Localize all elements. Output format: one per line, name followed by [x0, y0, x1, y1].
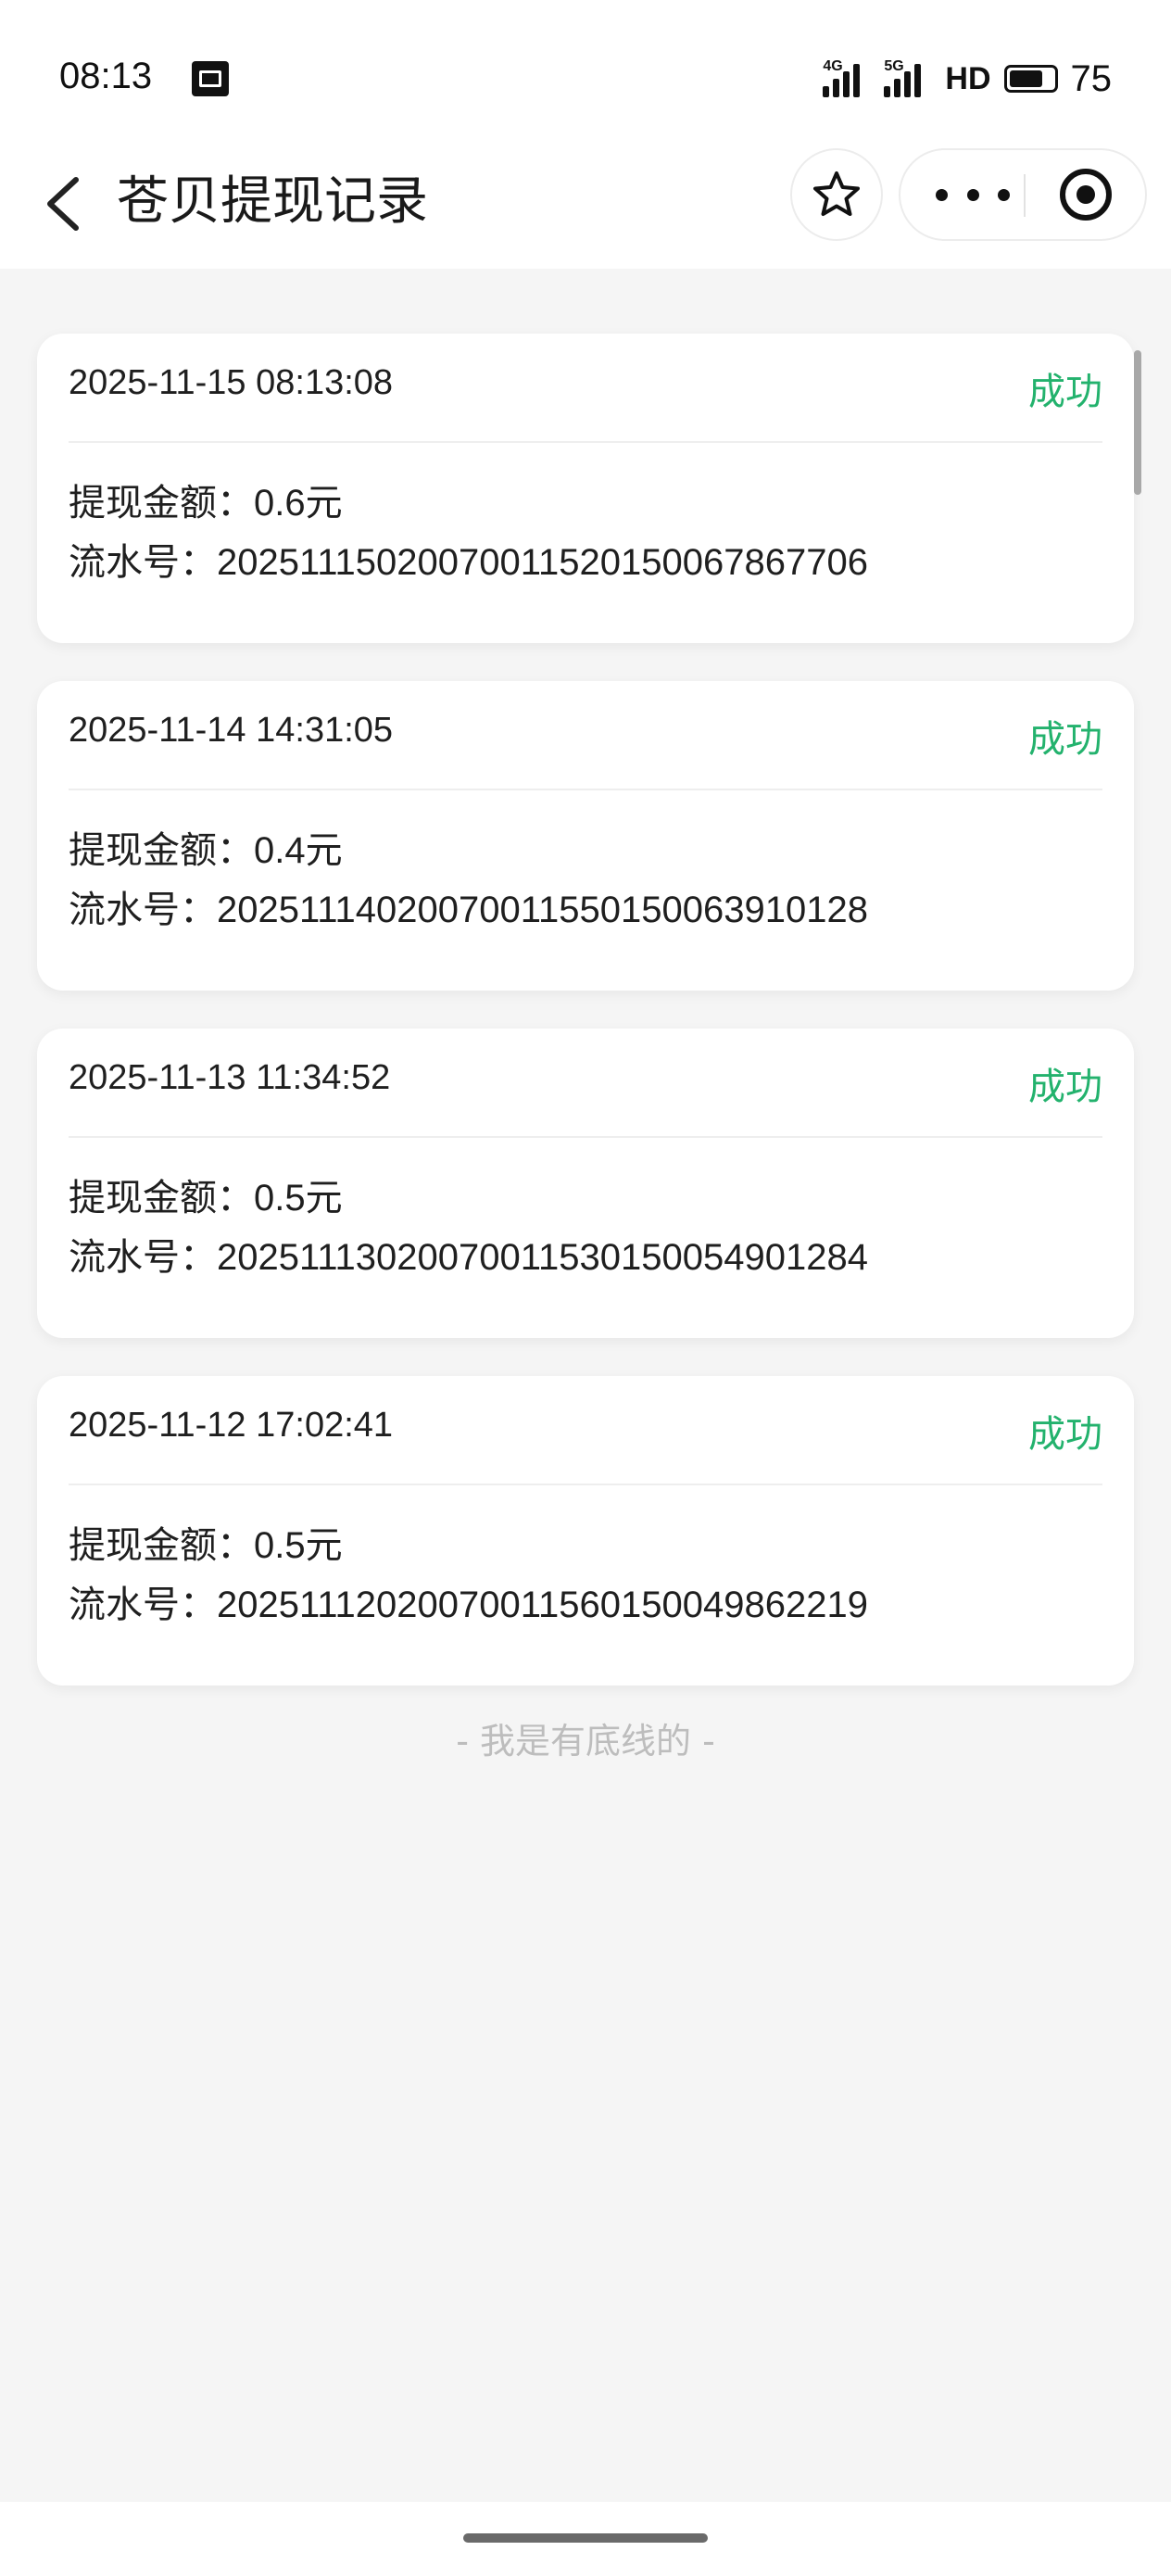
record-divider — [69, 1484, 1102, 1485]
record-serial: 流水号：20251113020070011530150054901284 — [69, 1227, 868, 1281]
record-time: 2025-11-13 11:34:52 — [69, 1058, 391, 1097]
signal-5g-label: 5G — [884, 58, 904, 74]
record-time: 2025-11-14 14:31:05 — [69, 711, 394, 750]
amount-label: 提现金额： — [69, 1177, 254, 1219]
gesture-bar-area — [0, 2502, 1171, 2576]
nav-bar: 苍贝提现记录 — [0, 139, 1171, 269]
record-time: 2025-11-12 17:02:41 — [69, 1406, 394, 1445]
record-status: 成功 — [1028, 1413, 1102, 1456]
battery-icon — [1003, 65, 1058, 93]
record-serial: 流水号：202511150200700115201500678677​06 — [69, 532, 868, 586]
page-title: 苍贝提现记录 — [117, 171, 428, 232]
home-indicator[interactable] — [463, 2533, 708, 2543]
record-amount: 提现金额：0.6元 — [69, 473, 343, 526]
record-divider — [69, 789, 1102, 790]
favorite-button[interactable] — [790, 148, 883, 241]
amount-value: 0.6元 — [254, 483, 343, 524]
hd-label: HD — [945, 60, 991, 96]
amount-label: 提现金额： — [69, 482, 254, 524]
amount-label: 提现金额： — [69, 1524, 254, 1567]
more-icon[interactable] — [936, 150, 1010, 239]
back-arrow-icon[interactable] — [35, 167, 91, 241]
record-amount: 提现金额：0.5元 — [69, 1515, 343, 1569]
capsule-divider — [1024, 174, 1026, 217]
record-card: 2025-11-15 08:13:08 成功 提现金额：0.6元 流水号：202… — [37, 334, 1134, 643]
serial-value: 20251113020070011530150054901284 — [217, 1237, 868, 1278]
serial-value: 20251112020070011560150049862219 — [217, 1585, 868, 1625]
scrollbar[interactable] — [1134, 350, 1141, 495]
star-icon — [813, 171, 860, 216]
amount-label: 提现金额： — [69, 829, 254, 872]
withdrawal-record-list: 2025-11-15 08:13:08 成功 提现金额：0.6元 流水号：202… — [37, 334, 1134, 1724]
amount-value: 0.5元 — [254, 1525, 343, 1566]
status-bar: 08:13 4G 5G HD 75 — [0, 0, 1171, 158]
signal-4g-icon: 4G — [823, 58, 871, 97]
record-serial: 流水号：20251112020070011560150049862219 — [69, 1574, 868, 1628]
serial-value: 202511150200700115201500678677​06 — [217, 542, 868, 583]
record-amount: 提现金额：0.5元 — [69, 1168, 343, 1221]
record-status: 成功 — [1028, 718, 1102, 761]
amount-value: 0.4元 — [254, 830, 343, 871]
serial-label: 流水号： — [69, 1236, 217, 1279]
serial-label: 流水号： — [69, 541, 217, 584]
record-time: 2025-11-15 08:13:08 — [69, 363, 394, 402]
serial-value: 20251114020070011550150063910128 — [217, 890, 868, 930]
record-card: 2025-11-12 17:02:41 成功 提现金额：0.5元 流水号：202… — [37, 1376, 1134, 1686]
notification-app-icon — [192, 61, 229, 96]
battery-percent: 75 — [1070, 57, 1113, 99]
serial-label: 流水号： — [69, 889, 217, 931]
record-card: 2025-11-14 14:31:05 成功 提现金额：0.4元 流水号：202… — [37, 681, 1134, 991]
end-of-list-text: - 我是有底线的 - — [456, 1721, 715, 1762]
signal-5g-icon: 5G — [884, 58, 932, 97]
status-time: 08:13 — [59, 56, 153, 96]
record-divider — [69, 1136, 1102, 1138]
record-divider — [69, 441, 1102, 443]
record-serial: 流水号：20251114020070011550150063910128 — [69, 879, 868, 933]
record-status: 成功 — [1028, 1066, 1102, 1108]
battery-fill — [1009, 70, 1042, 87]
close-target-icon[interactable] — [1060, 169, 1112, 221]
record-card: 2025-11-13 11:34:52 成功 提现金额：0.5元 流水号：202… — [37, 1029, 1134, 1338]
amount-value: 0.5元 — [254, 1178, 343, 1219]
record-status: 成功 — [1028, 371, 1102, 413]
mini-program-capsule — [899, 148, 1147, 241]
signal-4g-label: 4G — [823, 58, 843, 74]
record-amount: 提现金额：0.4元 — [69, 820, 343, 874]
serial-label: 流水号： — [69, 1584, 217, 1626]
status-indicators: 4G 5G HD 75 — [823, 56, 1112, 102]
